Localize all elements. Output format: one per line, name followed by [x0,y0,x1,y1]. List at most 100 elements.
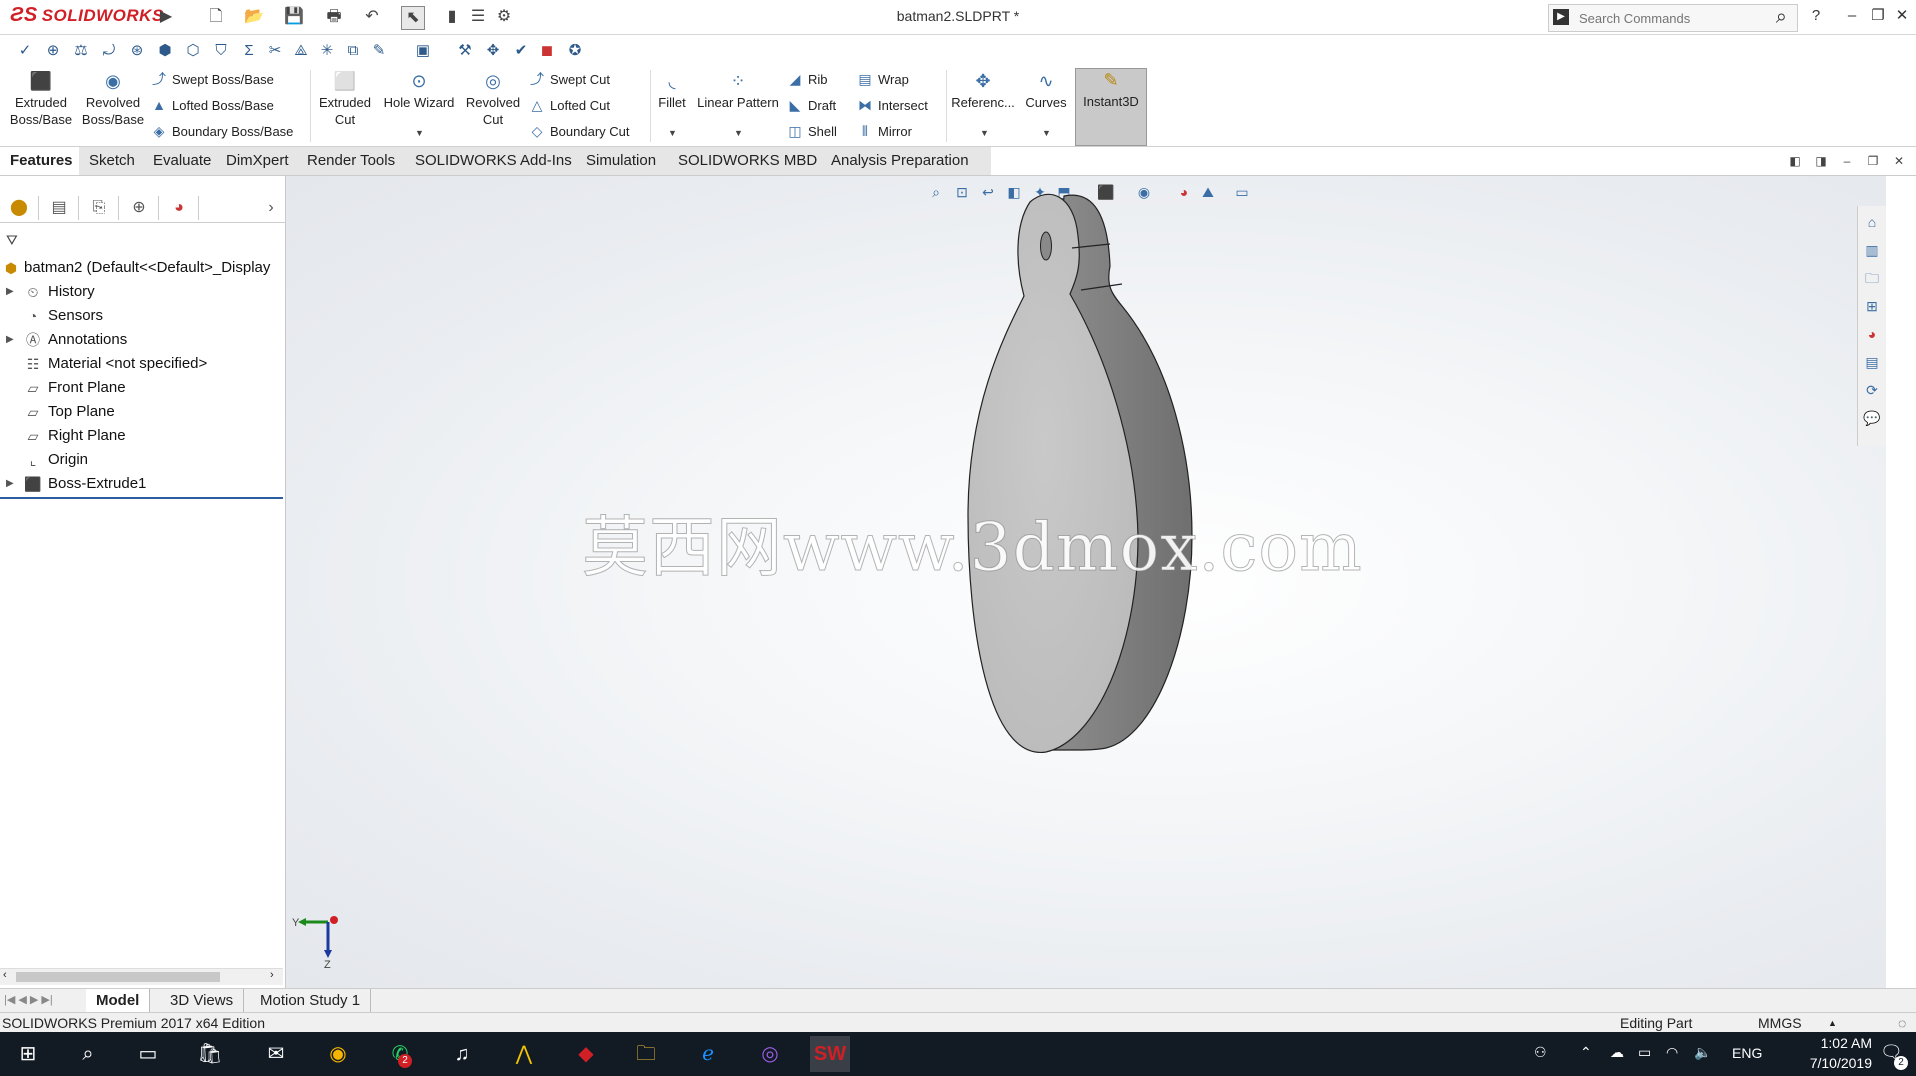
scrollbar-thumb[interactable] [16,972,220,982]
close-icon[interactable]: ✕ [1890,5,1914,27]
wifi-icon[interactable]: ◠ [1666,1044,1678,1061]
feature-manager-tab-icon[interactable]: ⬤ [0,196,39,220]
hole-wizard-button[interactable]: ⊙ Hole Wizard [380,70,458,111]
doc-restore-icon[interactable]: ❐ [1862,150,1884,172]
options-gear-icon[interactable]: ⚙ [493,6,515,28]
help-icon[interactable]: ? [1804,5,1828,27]
scroll-left-icon[interactable]: ‹ [3,969,7,981]
mold-tools-icon[interactable]: ▣ [412,40,434,62]
curves-button[interactable]: ∿ Curves [1020,70,1072,111]
play-arrow-icon[interactable]: ▶ [155,6,177,28]
view-palette-icon[interactable]: ⊞ [1862,296,1882,316]
fillet-button[interactable]: ◟ Fillet [654,70,690,111]
tab-simulation[interactable]: Simulation [576,147,679,175]
forum-icon[interactable]: 💬 [1862,408,1882,428]
boundary-cut-button[interactable]: ◇ Boundary Cut [528,120,630,142]
scroll-right-icon[interactable]: › [270,969,274,981]
tile-left-icon[interactable]: ◧ [1784,150,1806,172]
hole-wizard-dropdown-icon[interactable]: ▼ [415,128,424,138]
tab-features[interactable]: Features [0,147,79,175]
extruded-boss-button[interactable]: ⬛ Extruded Boss/Base [6,70,76,128]
lofted-cut-button[interactable]: △ Lofted Cut [528,94,610,116]
tab-mbd[interactable]: SOLIDWORKS MBD [668,147,829,175]
media-player-icon[interactable]: ◎ [750,1036,790,1072]
search-input[interactable] [1577,7,1761,29]
sum-icon[interactable]: Σ [238,40,260,62]
lofted-boss-button[interactable]: ▲ Lofted Boss/Base [150,94,274,116]
community-icon[interactable]: ⟳ [1862,380,1882,400]
markup-icon[interactable]: ✎ [368,40,390,62]
graphics-viewport[interactable]: ⌕ ⊡ ↩ ◧ ✦ ⬒ ⬛ ◉ ◕ ⛰ ▭ 莫西网www.3dmox.com Y… [286,176,1886,988]
file-explorer-icon[interactable]: 🗀 [626,1036,666,1072]
property-manager-tab-icon[interactable]: ▤ [40,196,79,220]
task-view-icon[interactable]: ▭ [128,1036,168,1072]
check-icon[interactable]: ✔ [510,40,532,62]
revolved-cut-button[interactable]: ◎ Revolved Cut [462,70,524,128]
show-hidden-icons[interactable]: ⌃ [1580,1044,1592,1061]
zoom-icon[interactable]: ⊕ [42,40,64,62]
chrome-icon[interactable]: ◉ [318,1036,358,1072]
windows-start-icon[interactable]: ⊞ [8,1036,48,1072]
solidworks-taskbar-icon[interactable]: SW [810,1036,850,1072]
undo-icon[interactable]: ↶ [361,6,383,28]
solidworks-logo[interactable]: ƧS SOLIDWORKS [10,4,164,27]
file-explorer-icon[interactable]: 🗀 [1862,268,1882,288]
extruded-cut-button[interactable]: ⬜ Extruded Cut [314,70,376,128]
shield-icon[interactable]: ⛉ [210,40,232,62]
part-hole[interactable] [1040,231,1052,261]
custom-properties-icon[interactable]: ▤ [1862,352,1882,372]
new-document-icon[interactable]: 🗋 [205,6,227,28]
search-commands-box[interactable]: ▶ ⌕ [1548,4,1798,32]
clock-time[interactable]: 1:02 AM [1788,1035,1872,1051]
revolved-boss-button[interactable]: ◉ Revolved Boss/Base [78,70,148,128]
split-line-icon[interactable]: ✳ [316,40,338,62]
wrap-button[interactable]: ▤ Wrap [856,68,908,90]
tab-sketch[interactable]: Sketch [79,147,153,175]
search-icon[interactable]: ⌕ [1776,6,1787,29]
people-icon[interactable]: ⚇ [1534,1044,1547,1061]
tab-dimxpert[interactable]: DimXpert [216,147,305,175]
units-dropdown-icon[interactable]: ▲ [1828,1013,1837,1033]
instant3d-button[interactable]: ✎ Instant3D [1075,68,1147,146]
measure-icon[interactable]: ⚖ [70,40,92,62]
tile-right-icon[interactable]: ◨ [1810,150,1832,172]
panel-expand-icon[interactable]: › [260,196,282,220]
home-icon[interactable]: ⌂ [1862,212,1882,232]
mail-icon[interactable]: ✉ [256,1036,296,1072]
linear-pattern-dropdown-icon[interactable]: ▼ [734,128,743,138]
tab-analysis-preparation[interactable]: Analysis Preparation [821,147,992,175]
dimxpert-manager-tab-icon[interactable]: ⊕ [120,196,159,220]
curve-icon[interactable]: ⤾ [98,40,120,62]
section-view-icon[interactable]: ⬡ [182,40,204,62]
doc-minimize-icon[interactable]: – [1836,150,1858,172]
taskbar-search-icon[interactable]: ⌕ [68,1036,108,1072]
minimize-icon[interactable]: – [1840,5,1864,27]
deviation-icon[interactable]: ⟁ [290,40,312,62]
tooltip-toggle-icon[interactable]: ◌ [1898,1013,1906,1033]
store-icon[interactable]: 🛍 [190,1036,230,1072]
render-icon[interactable]: ◼ [536,40,558,62]
tree-root-part[interactable]: ⬢ batman2 (Default<<Default>_Display [0,256,285,280]
volume-icon[interactable]: 🔈 [1694,1044,1711,1061]
clock-date[interactable]: 7/10/2019 [1780,1055,1872,1071]
swept-cut-button[interactable]: ⤴ Swept Cut [528,68,610,90]
display-manager-tab-icon[interactable]: ◕ [160,196,199,220]
spell-check-icon[interactable]: ✓ [14,40,36,62]
expand-arrow-icon[interactable]: ▶ [6,280,14,304]
mirror-button[interactable]: ⫴ Mirror [856,120,912,142]
assembly-icon[interactable]: ⚒ [454,40,476,62]
language-indicator[interactable]: ENG [1732,1045,1762,1061]
open-folder-icon[interactable]: 📂 [243,6,265,28]
restore-icon[interactable]: ❐ [1866,5,1890,27]
mass-properties-icon[interactable]: ⬢ [154,40,176,62]
itunes-icon[interactable]: ♫ [442,1036,482,1072]
check-geometry-icon[interactable]: ⊛ [126,40,148,62]
tab-scroll-icons[interactable]: |◀ ◀ ▶ ▶| [4,993,53,1006]
doc-close-icon[interactable]: ✕ [1888,150,1910,172]
rebuild-icon[interactable]: ▮ [441,6,463,28]
tab-3d-views[interactable]: 3D Views [160,989,245,1013]
reference-geometry-button[interactable]: ✥ Referenc... [950,70,1016,111]
tab-render-tools[interactable]: Render Tools [297,147,418,175]
intersect-button[interactable]: ⧓ Intersect [856,94,928,116]
rollback-bar[interactable] [0,497,283,499]
